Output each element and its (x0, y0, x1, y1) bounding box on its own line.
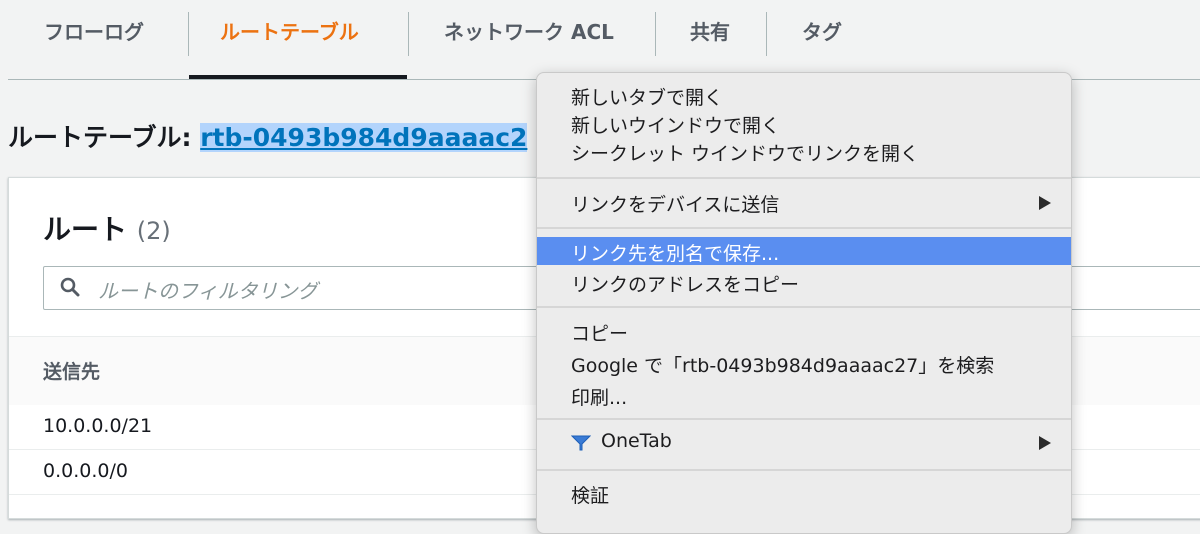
menu-item-label: シークレット ウインドウでリンクを開く (571, 143, 920, 165)
tab-separator (188, 12, 189, 56)
menu-item-label: 検証 (571, 485, 610, 507)
tab-bar: フローログ ルートテーブル ネットワーク ACL 共有 タグ (0, 0, 1200, 80)
menu-item-open-new-tab[interactable]: 新しいタブで開く (537, 81, 1071, 109)
column-header-destination[interactable]: 送信先 (43, 357, 100, 384)
menu-item-label: コピー (571, 323, 629, 345)
menu-item-label: 新しいタブで開く (571, 87, 724, 109)
menu-item-open-new-window[interactable]: 新しいウインドウで開く (537, 109, 1071, 137)
route-destination-cell: 10.0.0.0/21 (43, 415, 153, 437)
menu-separator (537, 469, 1071, 471)
context-menu: 新しいタブで開く 新しいウインドウで開く シークレット ウインドウでリンクを開く… (536, 72, 1072, 534)
menu-separator (537, 306, 1071, 308)
menu-separator (537, 177, 1071, 179)
route-filter-placeholder: ルートのフィルタリング (98, 279, 318, 303)
tab-route-table[interactable]: ルートテーブル (220, 0, 359, 80)
menu-item-send-to-device[interactable]: リンクをデバイスに送信 (537, 188, 1071, 216)
menu-item-copy-link-address[interactable]: リンクのアドレスをコピー (537, 268, 1071, 296)
menu-item-search-google[interactable]: Google で「rtb-0493b984d9aaaac27」を検索 (537, 349, 1071, 377)
tab-separator (408, 12, 409, 56)
search-icon (60, 277, 80, 297)
tab-separator (766, 12, 767, 56)
route-table-heading: ルートテーブル: rtb-0493b984d9aaaac2 (8, 118, 528, 154)
menu-separator (537, 418, 1071, 420)
menu-item-print[interactable]: 印刷... (537, 381, 1071, 409)
menu-item-save-link-as[interactable]: リンク先を別名で保存... (537, 237, 1071, 265)
chevron-right-icon (1039, 196, 1051, 210)
routes-title: ルート (2) (43, 208, 171, 248)
menu-item-label: リンクをデバイスに送信 (571, 194, 780, 216)
routes-count: (2) (136, 217, 171, 245)
menu-item-copy[interactable]: コピー (537, 317, 1071, 345)
routes-title-text: ルート (43, 213, 128, 246)
tab-separator (655, 12, 656, 56)
menu-separator (537, 227, 1071, 229)
tab-sharing[interactable]: 共有 (690, 0, 730, 80)
menu-item-label: Google で「rtb-0493b984d9aaaac27」を検索 (571, 355, 995, 377)
route-table-id-link[interactable]: rtb-0493b984d9aaaac2 (200, 123, 528, 152)
menu-item-label: リンクのアドレスをコピー (571, 274, 800, 296)
route-table-heading-label: ルートテーブル: (8, 123, 192, 152)
route-destination-cell: 0.0.0.0/0 (43, 460, 128, 482)
menu-item-label: 新しいウインドウで開く (571, 115, 781, 137)
menu-item-onetab[interactable]: OneTab (537, 428, 1071, 456)
tab-tags[interactable]: タグ (802, 0, 842, 80)
chevron-right-icon (1039, 436, 1051, 450)
menu-item-inspect[interactable]: 検証 (537, 479, 1071, 507)
onetab-funnel-icon (571, 435, 591, 451)
menu-item-label: OneTab (601, 430, 672, 452)
tab-network-acl[interactable]: ネットワーク ACL (444, 0, 614, 80)
tab-flow-logs[interactable]: フローログ (44, 0, 144, 80)
menu-item-open-incognito[interactable]: シークレット ウインドウでリンクを開く (537, 137, 1071, 165)
menu-item-label: 印刷... (571, 387, 628, 409)
menu-item-label: リンク先を別名で保存... (571, 243, 780, 265)
